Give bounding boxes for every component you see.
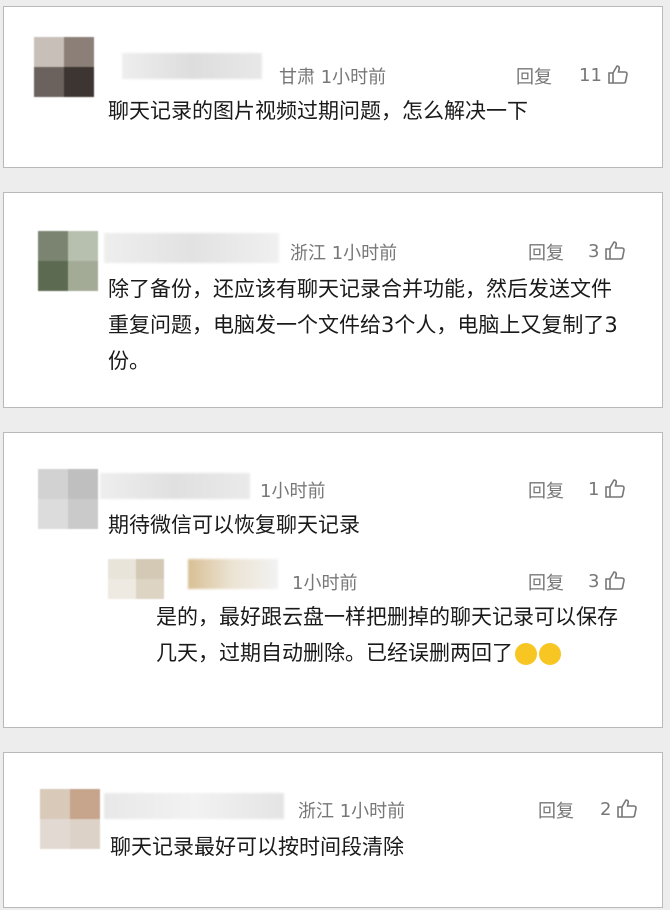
username-blurred[interactable] xyxy=(104,793,284,819)
avatar[interactable] xyxy=(38,469,98,529)
reply-avatar[interactable] xyxy=(108,559,164,599)
like-count: 11 xyxy=(579,64,602,86)
location-time: 浙江 1小时前 xyxy=(290,243,398,264)
username-blurred[interactable] xyxy=(100,473,250,499)
like-count: 3 xyxy=(588,570,600,592)
comment-card: 浙江 1小时前 回复 3 除了备份，还应该有聊天记录合并功能，然后发送文件重复问… xyxy=(3,192,663,408)
avatar[interactable] xyxy=(40,789,100,849)
thumbs-up-icon xyxy=(603,477,627,501)
crying-face-icon xyxy=(515,643,537,665)
like-count: 2 xyxy=(600,798,612,820)
avatar[interactable] xyxy=(38,231,98,291)
thumbs-up-icon xyxy=(606,63,630,87)
reply-button[interactable]: 回复 xyxy=(528,477,564,503)
reply-text: 是的，最好跟云盘一样把删掉的聊天记录可以保存几天，过期自动删除。已经误删两回了 xyxy=(156,605,618,665)
like-button[interactable]: 3 xyxy=(588,569,627,593)
like-button[interactable]: 1 xyxy=(588,477,627,501)
comment-text: 聊天记录的图片视频过期问题，怎么解决一下 xyxy=(108,99,528,123)
thumbs-up-icon xyxy=(603,569,627,593)
reply-button[interactable]: 回复 xyxy=(528,239,564,265)
avatar[interactable] xyxy=(34,37,94,97)
like-count: 3 xyxy=(588,240,600,262)
like-count: 1 xyxy=(588,478,600,500)
reply-button[interactable]: 回复 xyxy=(528,569,564,595)
like-button[interactable]: 3 xyxy=(588,239,627,263)
thumbs-up-icon xyxy=(603,239,627,263)
comment-card: 1小时前 回复 1 期待微信可以恢复聊天记录 1小时前 回复 3 是的，最好跟云… xyxy=(3,432,663,728)
comment-card: 浙江 1小时前 回复 2 聊天记录最好可以按时间段清除 xyxy=(3,752,663,908)
grinning-face-icon xyxy=(539,643,561,665)
reply-button[interactable]: 回复 xyxy=(516,63,552,89)
location-time: 浙江 1小时前 xyxy=(298,801,406,822)
username-blurred[interactable] xyxy=(104,233,279,263)
comment-text: 期待微信可以恢复聊天记录 xyxy=(108,513,360,537)
username-blurred[interactable] xyxy=(122,53,262,79)
like-button[interactable]: 2 xyxy=(600,797,639,821)
like-button[interactable]: 11 xyxy=(579,63,630,87)
comment-text: 聊天记录最好可以按时间段清除 xyxy=(110,835,404,859)
reply-button[interactable]: 回复 xyxy=(538,797,574,823)
reply-username-blurred[interactable] xyxy=(188,559,278,589)
location-time: 甘肃 1小时前 xyxy=(279,67,387,88)
location-time: 1小时前 xyxy=(260,481,326,502)
thumbs-up-icon xyxy=(615,797,639,821)
reply-time: 1小时前 xyxy=(292,573,358,594)
comment-card: 甘肃 1小时前 回复 11 聊天记录的图片视频过期问题，怎么解决一下 xyxy=(3,6,663,168)
comment-text: 除了备份，还应该有聊天记录合并功能，然后发送文件重复问题，电脑发一个文件给3个人… xyxy=(108,277,618,373)
